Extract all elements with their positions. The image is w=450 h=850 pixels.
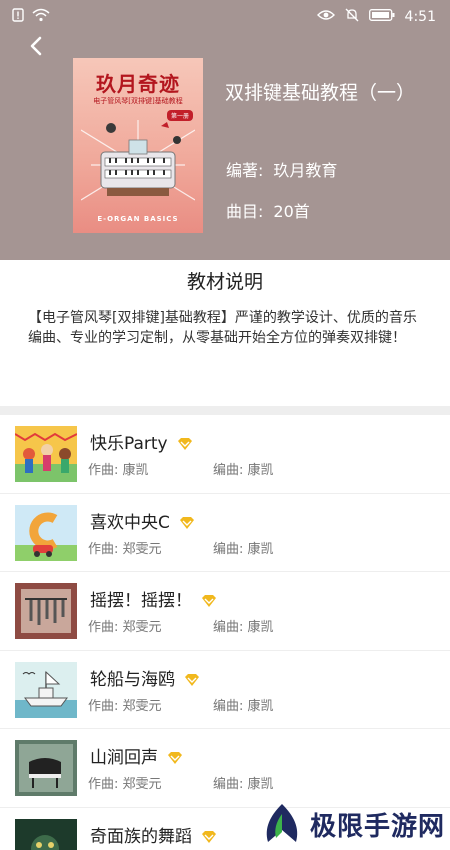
song-row[interactable]: 轮船与海鸥 作曲: 郑雯元 编曲: 康凯 (0, 651, 450, 729)
song-row[interactable]: 喜欢中央C 作曲: 郑雯元 编曲: 康凯 (0, 494, 450, 572)
crown-diamond-icon (202, 595, 216, 607)
song-composer: 作曲: 郑雯元 (88, 777, 162, 792)
watermark-text: 极限手游网 (310, 811, 446, 842)
song-title: 山涧回声 (90, 743, 184, 768)
description-heading: 教材说明 (186, 271, 263, 293)
party-thumb (15, 426, 77, 482)
song-composer: 作曲: 郑雯元 (88, 620, 162, 635)
song-list: 快乐Party 作曲: 康凯 编曲: 康凯 喜欢中央C 作曲: 郑雯元 编曲: … (0, 415, 450, 850)
count-value: 20首 (273, 202, 310, 221)
cover-english-title: E-ORGAN BASICS (97, 215, 179, 223)
song-arranger: 编曲: 康凯 (213, 698, 274, 714)
author-value: 玖月教育 (273, 161, 338, 180)
song-title: 轮船与海鸥 (90, 665, 201, 690)
song-title-text: 摇摆！摇摆！ (90, 591, 192, 611)
song-title-text: 快乐Party (90, 434, 168, 454)
book-cover: 玖月奇迹 电子管风琴[双排键]基础教程 第一册 E-ORGAN BASICS (73, 58, 203, 233)
song-title-text: 山涧回声 (90, 748, 158, 768)
battery-icon (368, 9, 395, 25)
song-row[interactable]: 山涧回声 作曲: 郑雯元 编曲: 康凯 (0, 729, 450, 808)
song-row[interactable]: 摇摆！摇摆！ 作曲: 郑雯元 编曲: 康凯 (0, 572, 450, 651)
cover-title: 玖月奇迹 (96, 72, 180, 96)
song-title: 喜欢中央C (90, 508, 196, 533)
song-title-text: 轮船与海鸥 (90, 669, 175, 690)
letter-c-thumb (15, 504, 77, 561)
song-title: 快乐Party (90, 429, 194, 454)
book-track-count: 曲目: 20首 (226, 198, 310, 222)
song-title-text: 喜欢中央C (90, 512, 170, 533)
song-title: 摇摆！摇摆！ (90, 586, 218, 611)
cover-subtitle: 电子管风琴[双排键]基础教程 (93, 97, 183, 105)
status-bar: 4:51 (0, 0, 450, 32)
book-author: 编著: 玖月教育 (226, 157, 337, 181)
crown-diamond-icon (202, 830, 216, 843)
song-arranger: 编曲: 康凯 (213, 620, 274, 635)
description-text: 【电子管风琴[双排键]基础教程】严谨的教学设计、优质的音乐编曲、专业的学习定制，… (28, 310, 417, 346)
organ-illustration (81, 120, 195, 201)
book-title: 双排键基础教程（一） (225, 82, 416, 104)
mute-bell-icon (345, 8, 359, 26)
section-divider (0, 406, 450, 415)
chimes-thumb (15, 583, 77, 639)
song-composer: 作曲: 康凯 (88, 463, 149, 478)
crown-diamond-icon (168, 752, 182, 764)
song-title-text: 奇面族的舞蹈 (90, 826, 192, 847)
song-arranger: 编曲: 康凯 (213, 541, 274, 557)
site-watermark: 极限手游网 (258, 798, 450, 850)
status-time: 4:51 (404, 9, 436, 25)
song-arranger: 编曲: 康凯 (213, 463, 274, 478)
song-composer: 作曲: 郑雯元 (88, 698, 162, 714)
count-label: 曲目: (226, 202, 264, 221)
song-composer: 作曲: 郑雯元 (88, 541, 162, 557)
status-right: 4:51 (316, 8, 436, 26)
book-header: 4:51 玖月奇迹 电子管风琴[双排键]基础教程 第一册 E-ORGAN BAS… (0, 0, 450, 260)
crown-diamond-icon (177, 438, 192, 450)
crown-diamond-icon (185, 673, 199, 686)
author-label: 编著: (226, 161, 264, 180)
crown-diamond-icon (179, 516, 194, 529)
chevron-left-icon (30, 36, 42, 56)
masks-thumb (15, 818, 77, 850)
eye-icon (316, 9, 335, 25)
song-title: 奇面族的舞蹈 (90, 822, 218, 847)
alert-icon (12, 8, 24, 26)
wifi-icon (32, 8, 50, 26)
song-row[interactable]: 快乐Party 作曲: 康凯 编曲: 康凯 (0, 415, 450, 494)
watermark-logo-icon (266, 804, 298, 842)
piano-thumb (15, 740, 77, 796)
status-left (12, 8, 50, 26)
ship-thumb (15, 661, 77, 718)
back-button[interactable] (22, 32, 50, 60)
song-arranger: 编曲: 康凯 (213, 777, 274, 792)
